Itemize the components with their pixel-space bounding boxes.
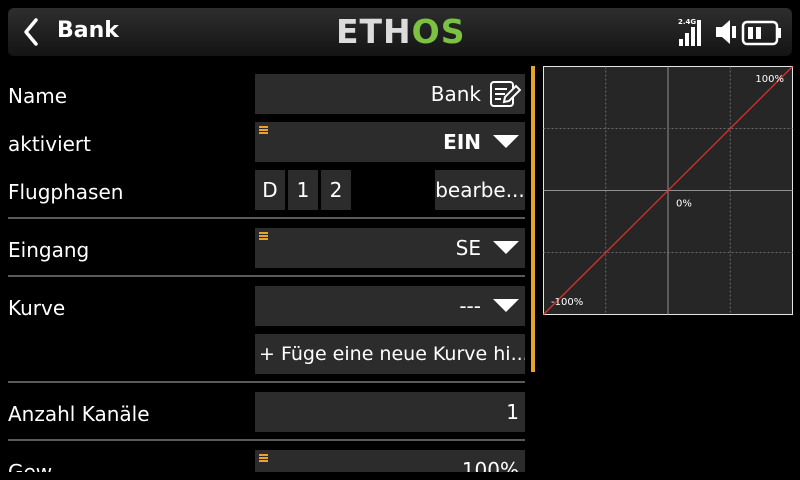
row-curve: Kurve --- + Füge eine neue Kurve hi...: [0, 286, 535, 374]
flight-mode-2-button[interactable]: 2: [321, 170, 351, 210]
enabled-dropdown[interactable]: EIN: [255, 122, 525, 162]
name-field[interactable]: Bank: [255, 74, 525, 114]
ethos-logo: ETHOS: [336, 14, 466, 50]
divider: [8, 275, 525, 277]
row-flight-modes: Flugphasen D 1 2 bearbe...: [0, 170, 535, 210]
curve-value: ---: [459, 294, 481, 318]
signal-icon: 2.4G: [678, 18, 701, 46]
chevron-down-icon: [493, 135, 519, 148]
logo-text-main: ETH: [336, 12, 412, 51]
row-name: Name Bank: [0, 74, 535, 114]
flight-mode-1-button[interactable]: 1: [288, 170, 318, 210]
chart-annotation: -100%: [551, 297, 583, 308]
chevron-left-icon: [24, 18, 38, 46]
flight-modes-label: Flugphasen: [8, 180, 124, 204]
name-label: Name: [8, 84, 68, 108]
enabled-label: aktiviert: [8, 132, 91, 156]
row-channel-count: Anzahl Kanäle 1: [0, 392, 535, 432]
grip-icon: [259, 232, 268, 240]
curve-dropdown[interactable]: ---: [255, 286, 525, 326]
grip-icon: [259, 454, 268, 462]
channel-count-value: 1: [506, 400, 519, 424]
settings-list[interactable]: Name Bank aktiviert EIN Flugphasen D 1 2…: [0, 66, 535, 472]
rf-band-label: 2.4G: [678, 18, 696, 26]
edit-icon: [490, 81, 521, 107]
chevron-down-icon: [493, 299, 519, 312]
logo-text-accent: OS: [411, 12, 466, 51]
chart-annotation: 0%: [676, 199, 692, 210]
input-value: SE: [455, 236, 481, 260]
divider: [8, 381, 525, 383]
input-label: Eingang: [8, 238, 90, 262]
weight-field[interactable]: 100%: [255, 450, 525, 472]
flight-modes-edit-button[interactable]: bearbe...: [435, 170, 525, 210]
row-enabled: aktiviert EIN: [0, 122, 535, 162]
battery-icon: [741, 20, 781, 46]
weight-label: Gew: [8, 460, 53, 472]
scrollbar[interactable]: [531, 66, 535, 372]
row-input: Eingang SE: [0, 228, 535, 268]
divider: [8, 217, 525, 219]
channel-count-field[interactable]: 1: [255, 392, 525, 432]
weight-value: 100%: [461, 458, 519, 472]
enabled-value: EIN: [443, 130, 481, 154]
header-bar: Bank ETHOS 2.4G: [0, 0, 800, 66]
chart-annotation: 100%: [755, 74, 784, 85]
divider: [8, 439, 525, 441]
input-dropdown[interactable]: SE: [255, 228, 525, 268]
flight-mode-d-button[interactable]: D: [255, 170, 285, 210]
curve-preview-chart: 100% 0% -100%: [543, 66, 793, 315]
channel-count-label: Anzahl Kanäle: [8, 402, 150, 426]
page-title: Bank: [57, 18, 119, 43]
grip-icon: [259, 126, 268, 134]
speaker-icon: [716, 20, 736, 44]
chevron-down-icon: [493, 241, 519, 254]
name-value: Bank: [430, 82, 481, 106]
curve-label: Kurve: [8, 296, 66, 320]
row-weight: Gew 100%: [0, 450, 535, 472]
status-icons: 2.4G: [676, 14, 788, 50]
add-curve-button[interactable]: + Füge eine neue Kurve hi...: [255, 334, 525, 374]
back-button[interactable]: [12, 12, 50, 52]
